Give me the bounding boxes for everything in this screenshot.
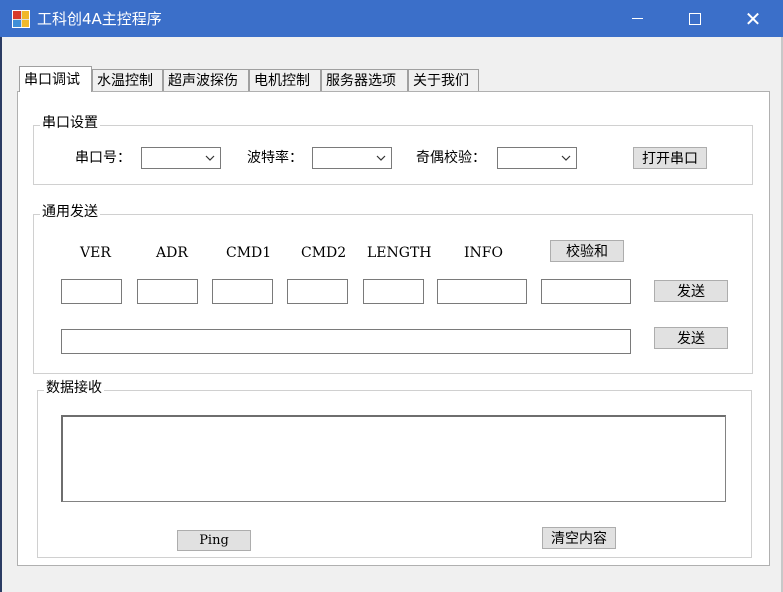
cmd1-field[interactable] <box>212 279 273 304</box>
open-serial-button[interactable]: 打开串口 <box>633 147 707 169</box>
baud-select[interactable] <box>312 147 392 169</box>
maximize-button[interactable] <box>666 0 724 37</box>
adr-field[interactable] <box>137 279 198 304</box>
checksum-field[interactable] <box>541 279 631 304</box>
column-adr: ADR <box>156 245 188 261</box>
ping-button[interactable]: Ping <box>177 530 251 551</box>
clear-content-button[interactable]: 清空内容 <box>542 527 616 549</box>
raw-send-field[interactable] <box>61 329 631 354</box>
chevron-down-icon <box>376 155 386 161</box>
column-length: LENGTH <box>367 245 432 261</box>
parity-label: 奇偶校验： <box>416 150 486 166</box>
port-select[interactable] <box>141 147 221 169</box>
port-label: 串口号： <box>75 150 131 166</box>
close-icon: ✕ <box>744 6 762 31</box>
column-cmd2: CMD2 <box>301 245 347 261</box>
data-receive-legend: 数据接收 <box>44 380 104 396</box>
tab-water-temp[interactable]: 水温控制 <box>92 69 163 91</box>
tab-ultrasonic[interactable]: 超声波探伤 <box>163 69 249 91</box>
parity-select[interactable] <box>497 147 577 169</box>
serial-settings-legend: 串口设置 <box>40 115 100 131</box>
general-send-legend: 通用发送 <box>40 204 100 220</box>
minimize-icon <box>631 18 643 19</box>
send-button-frame[interactable]: 发送 <box>654 280 728 302</box>
tab-serial-debug[interactable]: 串口调试 <box>19 66 92 92</box>
ver-field[interactable] <box>61 279 122 304</box>
title-bar[interactable]: 工科创4A主控程序 ✕ <box>0 0 783 37</box>
maximize-icon <box>689 12 701 25</box>
checksum-button[interactable]: 校验和 <box>550 240 624 262</box>
tab-motor-control[interactable]: 电机控制 <box>249 69 321 91</box>
send-button-raw[interactable]: 发送 <box>654 327 728 349</box>
info-field[interactable] <box>437 279 527 304</box>
baud-label: 波特率： <box>247 150 303 166</box>
app-icon <box>12 10 30 28</box>
tab-server-options[interactable]: 服务器选项 <box>321 69 408 91</box>
cmd2-field[interactable] <box>287 279 348 304</box>
receive-textarea[interactable] <box>61 415 726 502</box>
window-title: 工科创4A主控程序 <box>37 10 162 28</box>
column-info: INFO <box>464 245 503 261</box>
tab-about-us[interactable]: 关于我们 <box>408 69 479 91</box>
minimize-button[interactable] <box>608 0 666 37</box>
column-ver: VER <box>80 245 111 261</box>
window-left-edge <box>0 37 2 592</box>
column-cmd1: CMD1 <box>226 245 272 261</box>
ping-button-label: Ping <box>199 533 229 548</box>
close-button[interactable]: ✕ <box>724 0 782 37</box>
chevron-down-icon <box>205 155 215 161</box>
tab-panel-serial-debug: 串口设置 串口号： 波特率： 奇偶校验： 打开串口 通用发送 VER ADR C… <box>17 91 770 566</box>
length-field[interactable] <box>363 279 424 304</box>
chevron-down-icon <box>561 155 571 161</box>
